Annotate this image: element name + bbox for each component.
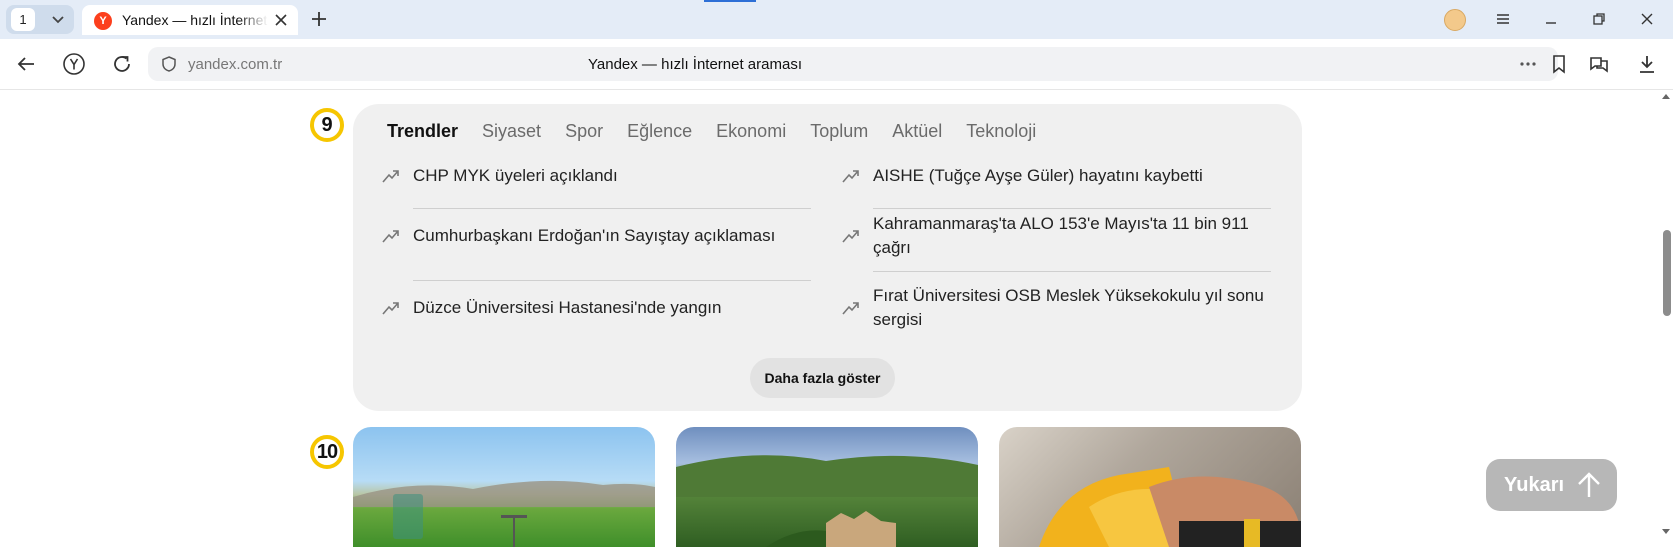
scroll-to-top-button[interactable]: Yukarı bbox=[1486, 459, 1617, 511]
trending-up-icon bbox=[382, 230, 399, 243]
tab-count-badge[interactable]: 1 bbox=[11, 8, 35, 31]
shield-icon[interactable] bbox=[160, 55, 178, 73]
tab-strip-accent bbox=[704, 0, 756, 2]
fuel-nozzle-image bbox=[1039, 467, 1301, 547]
scrollbar-thumb[interactable] bbox=[1663, 230, 1671, 316]
scroll-down-arrow-icon[interactable] bbox=[1661, 528, 1671, 536]
trend-item[interactable]: AISHE (Tuğçe Ayşe Güler) hayatını kaybet… bbox=[841, 164, 1271, 194]
restore-window-icon[interactable] bbox=[1589, 9, 1609, 29]
show-more-button[interactable]: Daha fazla göster bbox=[750, 358, 895, 398]
menu-hamburger-icon[interactable] bbox=[1493, 9, 1513, 29]
trending-up-icon bbox=[382, 302, 399, 315]
divider bbox=[873, 208, 1271, 209]
active-tab[interactable]: Y Yandex — hızlı İnternet araması bbox=[82, 5, 298, 35]
page-title: Yandex — hızlı İnternet araması bbox=[588, 56, 802, 73]
bookmark-icon[interactable] bbox=[1550, 54, 1568, 74]
navigation-bar: yandex.com.tr Yandex — hızlı İnternet ar… bbox=[0, 39, 1673, 90]
trend-item[interactable]: Fırat Üniversitesi OSB Meslek Yüksekokul… bbox=[841, 284, 1271, 338]
trending-up-icon bbox=[842, 230, 859, 243]
new-tab-plus-icon[interactable] bbox=[309, 9, 329, 29]
arrow-up-icon bbox=[1578, 472, 1600, 497]
close-tab-icon[interactable] bbox=[272, 11, 290, 29]
section-number-badge: 10 bbox=[310, 435, 344, 469]
trend-item[interactable]: Düzce Üniversitesi Hastanesi'nde yangın bbox=[381, 296, 811, 326]
news-card-image-fuel[interactable] bbox=[999, 427, 1301, 547]
news-card-image-field[interactable] bbox=[353, 427, 655, 547]
trend-item[interactable]: Cumhurbaşkanı Erdoğan'ın Sayıştay açıkla… bbox=[381, 224, 811, 254]
tab-siyaset[interactable]: Siyaset bbox=[482, 121, 541, 145]
yandex-favicon-icon: Y bbox=[94, 12, 112, 30]
back-arrow-icon[interactable] bbox=[14, 52, 38, 76]
landscape-image bbox=[353, 480, 655, 547]
tab-aktuel[interactable]: Aktüel bbox=[892, 121, 942, 145]
tab-bar: 1 Y Yandex — hızlı İnternet araması bbox=[0, 0, 1673, 39]
yandex-logo-icon[interactable] bbox=[62, 52, 86, 76]
divider bbox=[413, 280, 811, 281]
tab-teknoloji[interactable]: Teknoloji bbox=[966, 121, 1036, 145]
trending-up-icon bbox=[382, 170, 399, 183]
trending-up-icon bbox=[842, 302, 859, 315]
trend-text[interactable]: CHP MYK üyeleri açıklandı bbox=[413, 164, 618, 188]
url-text[interactable]: yandex.com.tr bbox=[188, 56, 282, 73]
news-card-image-village[interactable] bbox=[676, 427, 978, 547]
page-viewport: 9 Trendler Siyaset Spor Eğlence Ekonomi … bbox=[0, 90, 1673, 547]
collections-icon[interactable] bbox=[1587, 52, 1611, 76]
address-bar[interactable]: yandex.com.tr Yandex — hızlı İnternet ar… bbox=[148, 47, 1565, 81]
tab-spor[interactable]: Spor bbox=[565, 121, 603, 145]
vertical-scrollbar[interactable] bbox=[1659, 90, 1673, 542]
download-icon[interactable] bbox=[1635, 52, 1659, 76]
divider bbox=[413, 208, 811, 209]
trend-category-tabs: Trendler Siyaset Spor Eğlence Ekonomi To… bbox=[387, 121, 1060, 145]
reload-icon[interactable] bbox=[110, 52, 134, 76]
trend-item[interactable]: Kahramanmaraş'ta ALO 153'e Mayıs'ta 11 b… bbox=[841, 212, 1271, 266]
trend-text[interactable]: AISHE (Tuğçe Ayşe Güler) hayatını kaybet… bbox=[873, 164, 1271, 188]
profile-avatar-icon[interactable] bbox=[1444, 9, 1466, 31]
tab-trendler[interactable]: Trendler bbox=[387, 121, 458, 145]
tab-title: Yandex — hızlı İnternet araması bbox=[122, 12, 268, 28]
minimize-window-icon[interactable] bbox=[1541, 9, 1561, 29]
trend-text[interactable]: Düzce Üniversitesi Hastanesi'nde yangın bbox=[413, 296, 721, 320]
village-image bbox=[676, 455, 978, 547]
trend-text[interactable]: Kahramanmaraş'ta ALO 153'e Mayıs'ta 11 b… bbox=[873, 212, 1271, 260]
close-window-icon[interactable] bbox=[1637, 9, 1657, 29]
more-dots-icon[interactable] bbox=[1518, 55, 1538, 73]
section-number-badge: 9 bbox=[310, 108, 344, 142]
divider bbox=[873, 271, 1271, 272]
trends-panel: Trendler Siyaset Spor Eğlence Ekonomi To… bbox=[353, 104, 1302, 411]
scroll-to-top-label: Yukarı bbox=[1504, 474, 1565, 496]
tab-group-switcher[interactable]: 1 bbox=[6, 5, 74, 34]
tab-toplum[interactable]: Toplum bbox=[810, 121, 868, 145]
trending-up-icon bbox=[842, 170, 859, 183]
scroll-up-arrow-icon[interactable] bbox=[1661, 92, 1671, 100]
chevron-down-icon[interactable] bbox=[48, 9, 68, 29]
trend-item[interactable]: CHP MYK üyeleri açıklandı bbox=[381, 164, 811, 194]
tab-eglence[interactable]: Eğlence bbox=[627, 121, 692, 145]
trend-text[interactable]: Fırat Üniversitesi OSB Meslek Yüksekokul… bbox=[873, 284, 1271, 332]
trend-text[interactable]: Cumhurbaşkanı Erdoğan'ın Sayıştay açıkla… bbox=[413, 224, 775, 248]
tab-ekonomi[interactable]: Ekonomi bbox=[716, 121, 786, 145]
